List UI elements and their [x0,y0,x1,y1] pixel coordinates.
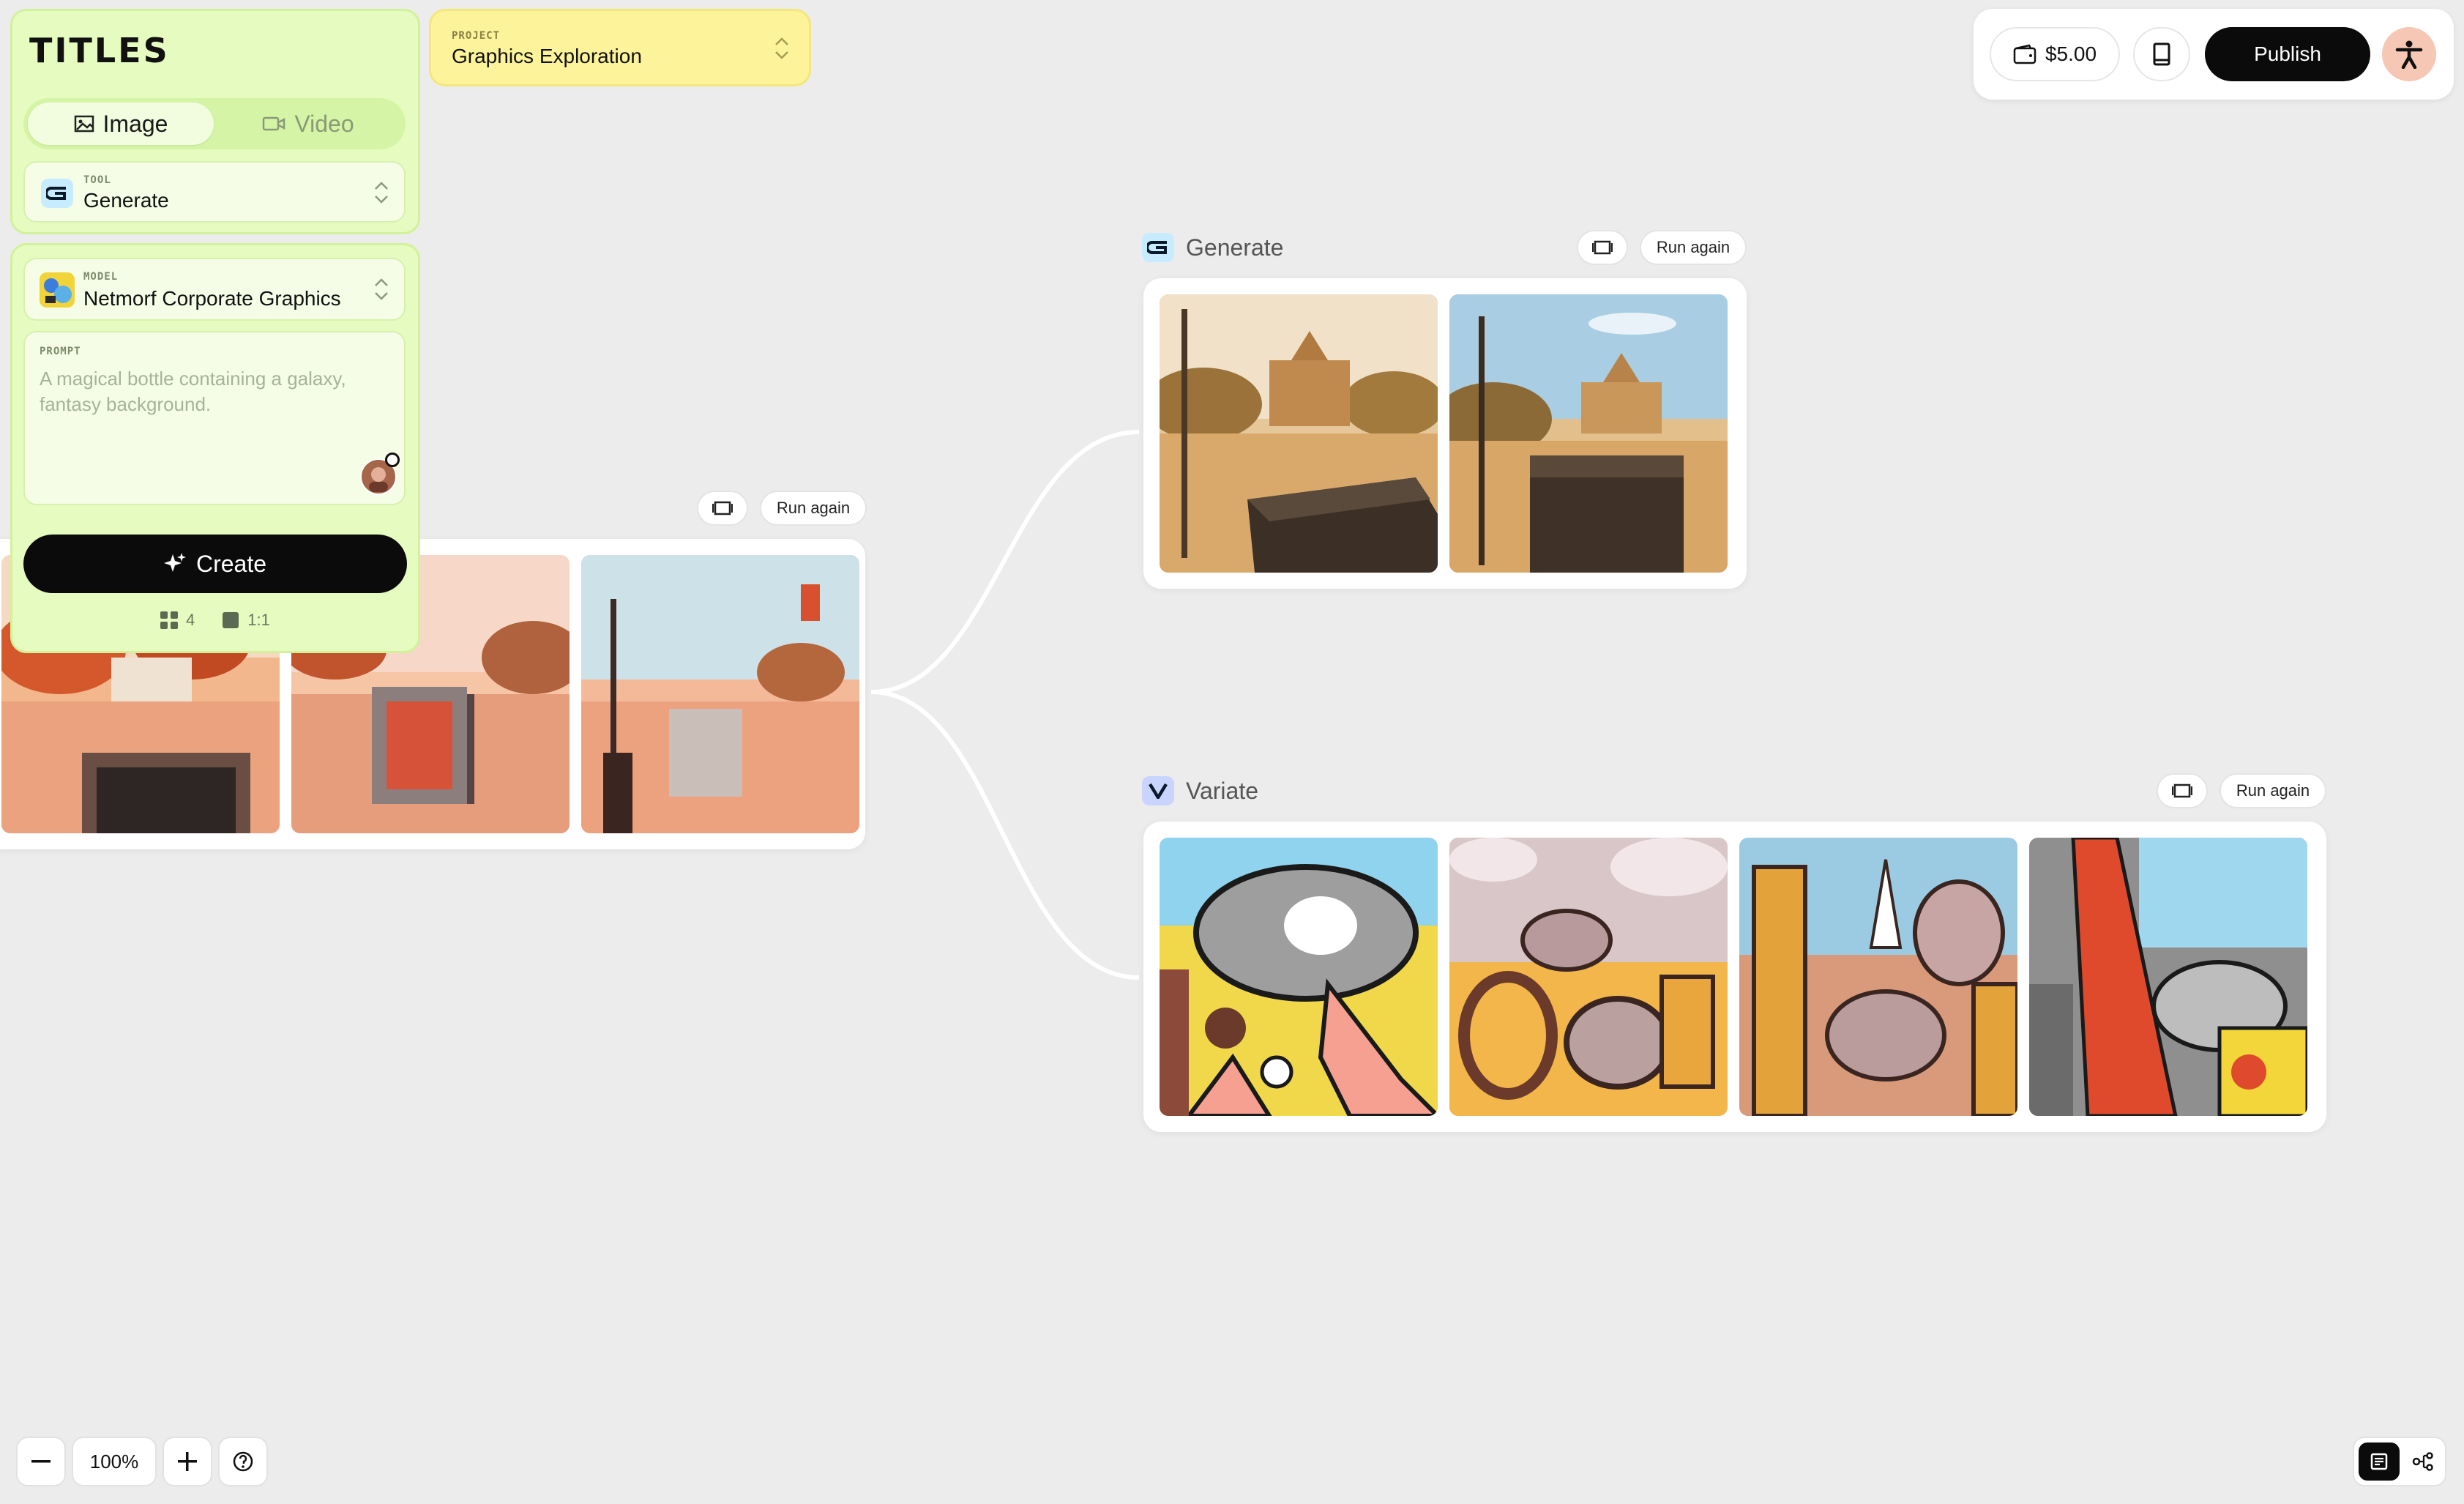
tool-value: Generate [83,189,169,212]
aspect-ratio-setting[interactable]: 1:1 [221,611,270,630]
top-toolbar: $5.00 Publish [1974,9,2454,100]
variate-node-title: Variate [1142,776,1258,805]
generate-node-label: Generate [1186,234,1284,261]
zoom-level[interactable]: 100% [72,1437,157,1486]
model-thumbnail-icon [40,272,75,308]
node-graph-icon [2412,1452,2433,1471]
variate-node-label: Variate [1186,777,1259,804]
prompt-label: PROMPT [40,346,81,357]
help-button[interactable] [218,1437,268,1486]
source-image-3[interactable] [581,555,859,833]
palace-monument-image [1449,294,1728,573]
variate-image-3[interactable] [1739,838,2017,1116]
variate-image-4[interactable] [2029,838,2307,1116]
variate-image-2[interactable] [1449,838,1728,1116]
credits-button[interactable]: $5.00 [1990,27,2120,81]
list-icon [2370,1453,2388,1470]
generation-settings: 4 1:1 [160,611,270,630]
project-label: PROJECT [452,30,501,42]
video-icon [263,116,285,131]
status-dot-icon [385,453,400,467]
run-again-button[interactable]: Run again [2220,773,2326,808]
zoom-in-button[interactable] [163,1437,212,1486]
hand-pattern-image [1160,838,1438,1116]
frame-icon [712,501,733,515]
view-toggle [2353,1437,2446,1486]
tab-video[interactable]: Video [215,103,401,145]
accessibility-icon [2395,40,2423,69]
generate-tool-icon [1142,233,1174,262]
variate-tool-icon [1142,776,1174,805]
credits-value: $5.00 [2045,42,2097,65]
fullscreen-button[interactable] [2157,773,2208,808]
run-again-button[interactable]: Run again [760,491,867,526]
app-logo: TITLES [29,31,170,70]
project-selector[interactable]: PROJECT Graphics Exploration [429,9,811,86]
minus-icon [31,1460,51,1463]
frame-icon [2172,783,2192,798]
grid-icon [160,611,178,629]
generate-image-1[interactable] [1160,294,1438,573]
project-name: Graphics Exploration [452,45,642,67]
zoom-controls: 100% [16,1437,268,1486]
chevron-updown-icon [375,182,388,204]
frame-icon [1592,240,1613,255]
mode-tabs: Image Video [23,98,406,149]
swirl-pattern-image [1449,838,1728,1116]
prompt-field[interactable]: PROMPT A magical bottle containing a gal… [23,331,406,505]
image-icon [74,115,94,133]
generate-tool-icon [41,179,73,208]
list-view-button[interactable] [2359,1442,2400,1481]
create-button[interactable]: Create [23,535,407,593]
docs-button[interactable] [2133,27,2190,81]
create-label: Create [195,550,267,577]
zoom-out-button[interactable] [16,1437,66,1486]
run-again-button[interactable]: Run again [1640,230,1747,265]
tower-pattern-image [2029,838,2307,1116]
model-label: MODEL [83,271,119,283]
prompt-placeholder: A magical bottle containing a galaxy, fa… [40,368,346,415]
variate-image-card [1143,822,2326,1132]
tool-label: TOOL [83,174,111,186]
square-icon [223,612,239,628]
wallet-icon [2013,44,2036,64]
image-count-setting[interactable]: 4 [160,611,195,630]
image-count-value: 4 [186,611,195,629]
book-icon [2153,42,2170,66]
palace-plaza-image [1160,294,1438,573]
generate-node-title: Generate [1142,233,1283,262]
plus-icon [178,1452,197,1471]
aspect-ratio-value: 1:1 [247,611,270,629]
account-avatar[interactable] [2382,27,2436,81]
sparkle-icon [163,553,186,572]
variate-image-1[interactable] [1160,838,1438,1116]
help-icon [233,1451,253,1472]
graph-view-button[interactable] [2403,1442,2444,1481]
model-select[interactable]: MODEL Netmorf Corporate Graphics [23,258,406,321]
tab-video-label: Video [294,110,354,137]
publish-button[interactable]: Publish [2205,27,2370,81]
generate-image-card [1143,278,1747,589]
intersection-image [581,555,859,833]
tab-image[interactable]: Image [28,103,214,145]
city-pattern-image [1739,838,2017,1116]
tab-image-label: Image [102,110,168,137]
chevron-updown-icon [375,278,388,300]
fullscreen-button[interactable] [697,491,748,526]
fullscreen-button[interactable] [1577,230,1628,265]
model-value: Netmorf Corporate Graphics [83,287,341,310]
generate-image-2[interactable] [1449,294,1728,573]
chevron-updown-icon [775,37,788,59]
tool-select[interactable]: TOOL Generate [23,161,406,223]
